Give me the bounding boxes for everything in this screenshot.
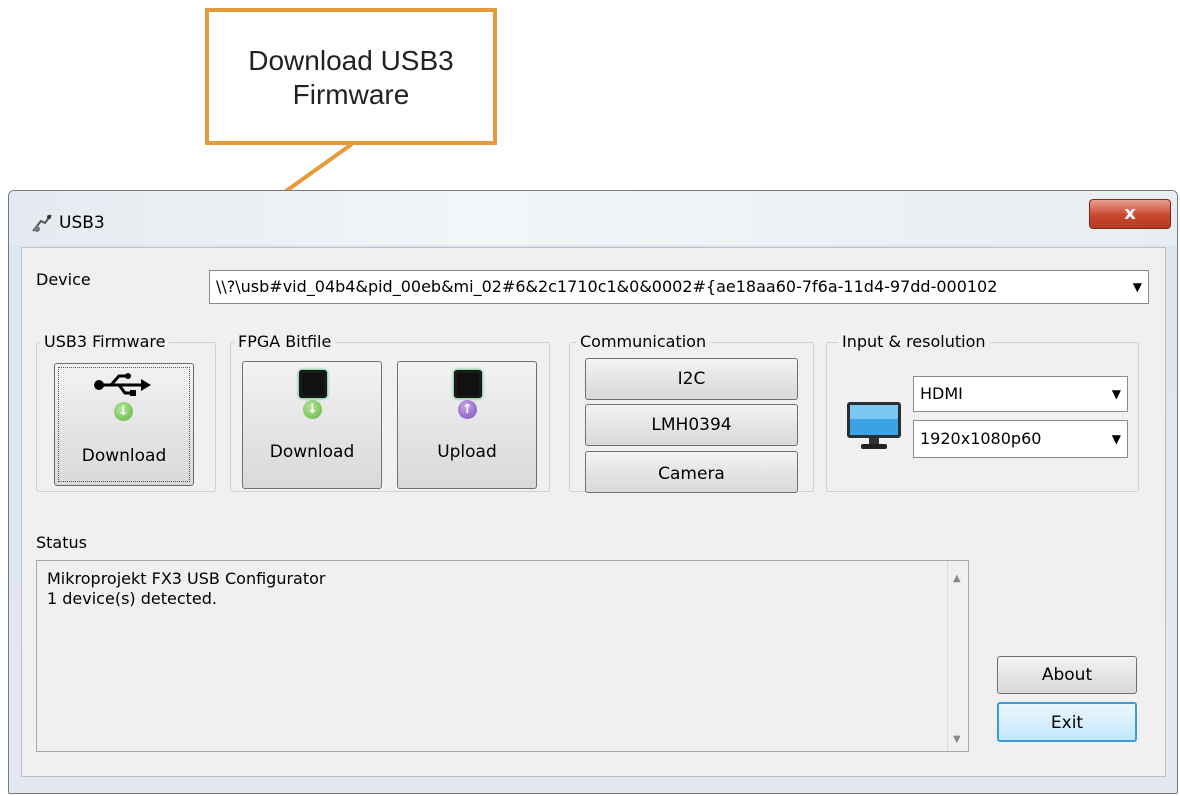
resolution-select[interactable]: 1920x1080p60 ▼	[913, 420, 1128, 458]
fpga-upload-label: Upload	[437, 442, 497, 462]
lmh0394-button[interactable]: LMH0394	[585, 404, 798, 446]
download-arrow-icon: ↓	[303, 400, 322, 419]
exit-button-label: Exit	[1050, 713, 1084, 733]
i2c-button-label: I2C	[677, 369, 706, 389]
device-label: Device	[36, 270, 91, 289]
input-resolution-label: Input & resolution	[838, 332, 990, 351]
status-line: Mikroprojekt FX3 USB Configurator	[47, 569, 326, 588]
status-log[interactable]: Mikroprojekt FX3 USB Configurator 1 devi…	[36, 560, 969, 752]
device-select[interactable]: \\?\usb#vid_04b4&pid_00eb&mi_02#6&2c1710…	[209, 270, 1149, 304]
camera-button-label: Camera	[658, 464, 725, 484]
scroll-down-icon[interactable]: ▼	[953, 734, 961, 745]
fpga-bitfile-label: FPGA Bitfile	[234, 332, 336, 351]
input-select-value: HDMI	[920, 384, 963, 403]
fpga-upload-button[interactable]: ↑ Upload	[397, 361, 537, 489]
scroll-up-icon[interactable]: ▲	[953, 573, 961, 584]
device-select-value: \\?\usb#vid_04b4&pid_00eb&mi_02#6&2c1710…	[216, 277, 998, 296]
usb3-firmware-label: USB3 Firmware	[40, 332, 170, 351]
chevron-down-icon: ▼	[1111, 387, 1121, 401]
chevron-down-icon: ▼	[1132, 280, 1142, 294]
window-title: USB3	[59, 213, 105, 233]
callout-line-1: Download USB3	[248, 44, 454, 76]
chip-icon	[299, 370, 327, 398]
fpga-download-button[interactable]: ↓ Download	[242, 361, 382, 489]
chevron-down-icon: ▼	[1111, 432, 1121, 446]
download-arrow-icon: ↓	[114, 402, 133, 421]
exit-button[interactable]: Exit	[997, 702, 1137, 742]
usb-icon	[94, 373, 151, 396]
about-button-label: About	[1041, 665, 1093, 685]
i2c-button[interactable]: I2C	[585, 358, 798, 400]
usb3-download-label: Download	[81, 446, 167, 466]
lmh0394-button-label: LMH0394	[651, 415, 732, 435]
status-line: 1 device(s) detected.	[47, 589, 217, 608]
chip-icon	[454, 370, 482, 398]
close-button[interactable]: x	[1089, 199, 1171, 229]
upload-arrow-icon: ↑	[458, 400, 477, 419]
title-bar[interactable]: USB3 x	[9, 191, 1177, 245]
usb3-window: USB3 x Device \\?\usb#vid_04b4&pid_00eb&…	[8, 190, 1178, 794]
client-area: Device \\?\usb#vid_04b4&pid_00eb&mi_02#6…	[21, 247, 1166, 777]
status-scrollbar[interactable]: ▲ ▼	[947, 561, 968, 751]
resolution-select-value: 1920x1080p60	[920, 429, 1042, 448]
callout-line-2: Firmware	[292, 78, 410, 110]
about-button[interactable]: About	[997, 656, 1137, 694]
app-icon	[32, 214, 52, 232]
usb3-download-button[interactable]: ↓ Download	[54, 363, 194, 486]
close-icon: x	[1124, 203, 1136, 224]
fpga-download-label: Download	[269, 442, 355, 462]
callout-box: Download USB3 Firmware	[205, 8, 497, 145]
input-select[interactable]: HDMI ▼	[913, 376, 1128, 412]
communication-label: Communication	[576, 332, 711, 351]
camera-button[interactable]: Camera	[585, 451, 798, 493]
monitor-icon	[847, 402, 901, 449]
status-label: Status	[36, 533, 87, 552]
